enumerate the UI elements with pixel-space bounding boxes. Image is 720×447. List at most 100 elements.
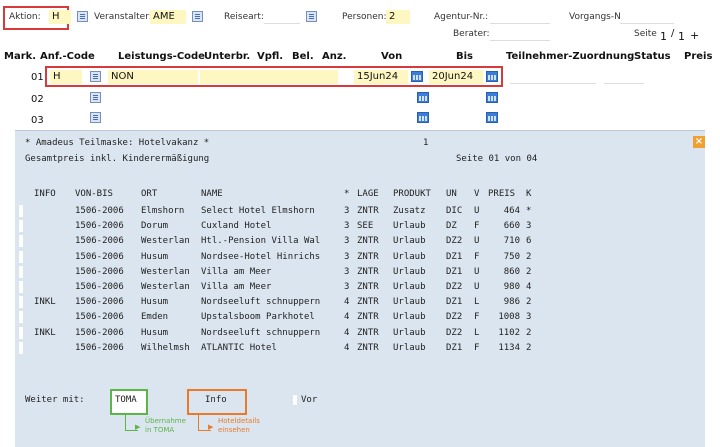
result-k: 2 [526,266,532,277]
col-leistungs-code: Leistungs-Code [118,51,205,62]
weiter-label: Weiter mit: [25,395,85,405]
col-preis: PREIS [488,189,516,199]
result-select-field[interactable] [19,205,23,217]
result-select-field[interactable] [19,250,23,263]
veranstalter-field[interactable]: AME [150,10,186,24]
result-preis: 660 [503,221,520,232]
result-preis: 980 [503,282,520,292]
col-name: NAME [201,189,223,199]
result-verpflegung: F [474,312,480,323]
personen-field[interactable]: 2 [386,10,410,24]
bis-calendar-icon[interactable] [486,92,498,103]
result-unit: DZ [446,221,457,232]
von-calendar-icon[interactable] [417,92,429,103]
result-unit: DZ2 [446,327,463,338]
aktion-field[interactable]: H [49,10,71,24]
anf-code-list-icon[interactable] [90,92,101,103]
results-header: INFO VON-BIS ORT NAME * LAGE PRODUKT UN … [25,188,531,201]
result-lage: ZNTR [357,282,379,292]
teilnehmer-field[interactable] [510,70,596,84]
aktion-list-icon[interactable] [77,11,88,22]
row-number: 01 [31,72,44,83]
col-info: INFO [34,189,56,199]
result-von-bis: 1506-2006 [75,221,124,232]
veranstalter-label: Veranstalter: [94,12,152,22]
result-name: Select Hotel Elmshorn [201,206,315,216]
result-lage: ZNTR [357,312,379,323]
reiseart-list-icon[interactable] [306,11,317,22]
result-select-field[interactable] [19,341,23,354]
col-preis: Preis [684,51,713,62]
annotation-toma-line2: in TOMA [145,426,175,434]
row-number: 03 [31,115,44,126]
result-produkt: Urlaub [393,327,426,338]
weiter-info-option[interactable]: Info [187,389,247,415]
result-select-field[interactable] [19,311,23,324]
result-preis: 860 [503,266,520,277]
info-arrow-head: ▶ [208,423,214,431]
result-info: INKL [34,297,56,308]
result-name: Upstalsboom Parkhotel [201,312,315,323]
result-stars: 4 [344,327,350,338]
result-produkt: Urlaub [393,297,426,308]
result-stars: 3 [344,266,350,277]
result-produkt: Urlaub [393,251,426,262]
result-von-bis: 1506-2006 [75,282,124,292]
result-unit: DZ1 [446,297,463,308]
col-produkt: PRODUKT [393,189,431,199]
col-teilnehmer: Teilnehmer-Zuordnung [506,51,635,62]
von-calendar-icon[interactable] [417,112,429,123]
result-select-field[interactable] [19,220,23,233]
bis-calendar-icon[interactable] [486,112,498,123]
result-preis: 1134 [498,342,520,353]
result-produkt: Urlaub [393,312,426,323]
seite-separator: / [671,28,675,39]
result-k: 3 [526,221,532,232]
result-stars: 3 [344,206,350,216]
reiseart-field[interactable] [264,10,300,24]
veranstalter-list-icon[interactable] [192,11,203,22]
result-k: 2 [526,342,532,353]
annotation-toma-line1: Übernahme [145,417,186,425]
result-name: Cuxland Hotel [201,221,272,232]
weiter-toma-option[interactable]: TOMA [110,389,148,415]
result-stars: 3 [344,282,350,292]
seite-next-button[interactable]: + [690,29,699,42]
result-produkt: Urlaub [393,236,426,247]
vorgangs-field[interactable] [620,10,674,24]
col-star: * [344,189,350,199]
col-unterbr: Unterbr. [204,51,251,62]
result-produkt: Urlaub [393,266,426,277]
status-field[interactable] [604,70,644,84]
agentur-field[interactable] [490,10,550,24]
result-k: 3 [526,312,532,323]
col-k: K [526,189,532,199]
result-produkt: Urlaub [393,221,426,232]
result-select-field[interactable] [19,265,23,278]
col-anz: Anz. [322,51,347,62]
result-select-field[interactable] [19,326,23,339]
result-name: Htl.-Pension Villa Wal [201,236,321,247]
anf-code-list-icon[interactable] [90,112,101,123]
result-name: Nordsee-Hotel Hinrichs [201,251,321,262]
result-preis: 750 [503,251,520,262]
aktion-label: Aktion: [9,12,41,22]
hotel-vacancy-panel: * Amadeus Teilmaske: Hotelvakanz * 1 × G… [15,130,705,447]
result-verpflegung: U [474,236,480,247]
toma-arrow-head: ▶ [135,423,141,431]
result-verpflegung: U [474,282,480,292]
result-unit: DZ1 [446,342,463,353]
personen-label: Personen: [342,12,387,22]
result-select-field[interactable] [19,281,23,293]
result-name: Villa am Meer [201,282,272,292]
result-ort: Husum [141,327,169,338]
weiter-vor-option[interactable]: Vor [293,395,317,405]
result-von-bis: 1506-2006 [75,312,124,323]
result-ort: Westerlan [141,266,190,277]
result-select-field[interactable] [19,235,23,248]
result-k: 6 [526,236,532,247]
close-icon[interactable]: × [693,136,705,148]
result-select-field[interactable] [19,296,23,309]
berater-field[interactable] [490,27,550,41]
berater-label: Berater: [453,29,490,39]
